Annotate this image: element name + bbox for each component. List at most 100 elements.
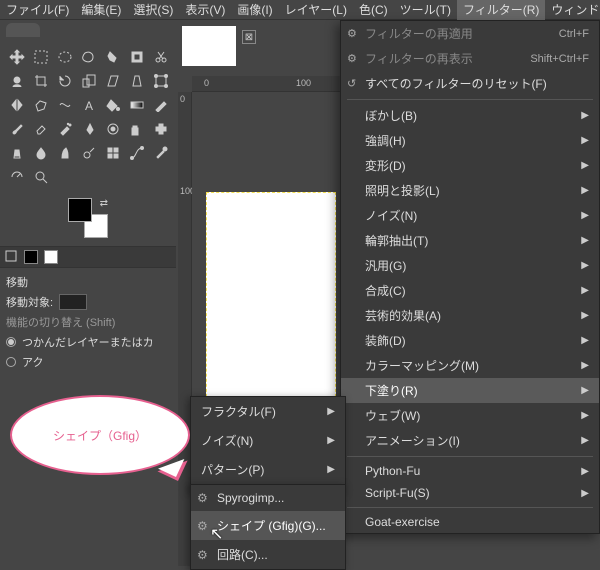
shear-tool[interactable]	[102, 70, 124, 92]
filters-edge[interactable]: 輪郭抽出(T)▶	[341, 228, 599, 253]
filters-noise[interactable]: ノイズ(N)▶	[341, 203, 599, 228]
reset-icon: ↺	[347, 77, 356, 90]
crop-tool[interactable]	[30, 70, 52, 92]
menu-filters[interactable]: フィルター(R)	[457, 0, 545, 20]
filters-animation[interactable]: アニメーション(I)▶	[341, 428, 599, 453]
color-select-tool[interactable]	[126, 46, 148, 68]
filters-artistic[interactable]: 芸術的効果(A)▶	[341, 303, 599, 328]
canvas[interactable]	[206, 192, 336, 412]
swap-colors-icon[interactable]: ⇄	[100, 198, 108, 209]
fg-color[interactable]	[68, 198, 92, 222]
mypaint-tool[interactable]	[102, 118, 124, 140]
smudge-tool[interactable]	[54, 142, 76, 164]
render-noise[interactable]: ノイズ(N)▶	[191, 426, 345, 455]
pattern-submenu: ⚙Spyrogimp... ⚙シェイプ (Gfig)(G)... ⚙回路(C).…	[190, 484, 346, 570]
warp-tool[interactable]	[54, 94, 76, 116]
pencil-tool[interactable]	[150, 94, 172, 116]
dock-tabs	[0, 246, 176, 268]
rect-select-tool[interactable]	[30, 46, 52, 68]
text-tool[interactable]: A	[78, 94, 100, 116]
filters-reshow[interactable]: ⚙フィルターの再表示Shift+Ctrl+F	[341, 46, 599, 71]
filters-blur[interactable]: ぼかし(B)▶	[341, 103, 599, 128]
app-brand	[0, 20, 176, 40]
chevron-right-icon: ▶	[581, 110, 589, 121]
menu-colors[interactable]: 色(C)	[353, 0, 394, 20]
filters-map[interactable]: カラーマッピング(M)▶	[341, 353, 599, 378]
measure-tool[interactable]	[6, 166, 28, 188]
bucket-fill-tool[interactable]	[102, 94, 124, 116]
menu-edit[interactable]: 編集(E)	[75, 0, 127, 20]
menu-windows[interactable]: ウィンドウ(W)	[545, 0, 600, 20]
menu-image[interactable]: 画像(I)	[231, 0, 278, 20]
render-submenu: フラクタル(F)▶ ノイズ(N)▶ パターン(P)▶	[190, 396, 346, 492]
align-tool[interactable]	[102, 142, 124, 164]
render-fractal[interactable]: フラクタル(F)▶	[191, 397, 345, 426]
rotate-tool[interactable]	[54, 70, 76, 92]
menu-tools[interactable]: ツール(T)	[394, 0, 457, 20]
blur-tool[interactable]	[30, 142, 52, 164]
perspective-tool[interactable]	[126, 70, 148, 92]
menu-view[interactable]: 表示(V)	[179, 0, 231, 20]
paintbrush-tool[interactable]	[6, 118, 28, 140]
flip-tool[interactable]	[6, 94, 28, 116]
menu-select[interactable]: 選択(S)	[127, 0, 179, 20]
tool-options-title: 移動	[6, 274, 170, 290]
filters-render[interactable]: 下塗り(R)▶	[341, 378, 599, 403]
zoom-tool[interactable]	[30, 166, 52, 188]
menu-file[interactable]: ファイル(F)	[0, 0, 75, 20]
free-select-tool[interactable]	[78, 46, 100, 68]
radio-active-label: アク	[22, 354, 43, 370]
radio-picked-layer-label: つかんだレイヤーまたはカ	[22, 334, 154, 350]
filters-menu: ⚙フィルターの再適用Ctrl+F ⚙フィルターの再表示Shift+Ctrl+F …	[340, 20, 600, 534]
paths-tool[interactable]	[126, 142, 148, 164]
move-target-label: 移動対象:	[6, 294, 53, 310]
scale-tool[interactable]	[78, 70, 100, 92]
perspective-clone-tool[interactable]	[6, 142, 28, 164]
airbrush-tool[interactable]	[54, 118, 76, 140]
eraser-tool[interactable]	[30, 118, 52, 140]
radio-picked-layer[interactable]	[6, 337, 16, 347]
move-mode-layer[interactable]	[59, 294, 87, 310]
document-close-button[interactable]: ⊠	[242, 30, 256, 44]
color-picker-tool[interactable]	[150, 142, 172, 164]
ellipse-select-tool[interactable]	[54, 46, 76, 68]
filters-combine[interactable]: 合成(C)▶	[341, 278, 599, 303]
render-pattern[interactable]: パターン(P)▶	[191, 455, 345, 484]
document-thumbnail[interactable]	[182, 26, 236, 66]
dodge-tool[interactable]	[78, 142, 100, 164]
callout-text: シェイプ（Gfig）	[53, 427, 147, 444]
cage-tool[interactable]	[30, 94, 52, 116]
filters-light[interactable]: 照明と投影(L)▶	[341, 178, 599, 203]
filters-web[interactable]: ウェブ(W)▶	[341, 403, 599, 428]
filters-goat[interactable]: Goat-exercise	[341, 511, 599, 533]
menu-layer[interactable]: レイヤー(L)	[279, 0, 353, 20]
filters-generic[interactable]: 汎用(G)▶	[341, 253, 599, 278]
fuzzy-select-tool[interactable]	[102, 46, 124, 68]
clone-tool[interactable]	[126, 118, 148, 140]
gear-icon: ⚙	[197, 548, 208, 562]
pattern-spyrogimp[interactable]: ⚙Spyrogimp...	[191, 485, 345, 511]
filters-decor[interactable]: 装飾(D)▶	[341, 328, 599, 353]
filters-distort[interactable]: 変形(D)▶	[341, 153, 599, 178]
filters-reapply[interactable]: ⚙フィルターの再適用Ctrl+F	[341, 21, 599, 46]
fg-bg-colors[interactable]: ⇄	[68, 198, 108, 238]
ink-tool[interactable]	[78, 118, 100, 140]
radio-active[interactable]	[6, 357, 16, 367]
gear-icon: ⚙	[197, 491, 208, 505]
menubar: ファイル(F) 編集(E) 選択(S) 表示(V) 画像(I) レイヤー(L) …	[0, 0, 600, 20]
heal-tool[interactable]	[150, 118, 172, 140]
pattern-circuit[interactable]: ⚙回路(C)...	[191, 540, 345, 569]
handle-transform-tool[interactable]	[150, 70, 172, 92]
move-tool[interactable]	[6, 46, 28, 68]
gradient-tool[interactable]	[126, 94, 148, 116]
filters-enhance[interactable]: 強調(H)▶	[341, 128, 599, 153]
swatch-white[interactable]	[44, 250, 58, 264]
filters-script-fu[interactable]: Script-Fu(S)▶	[341, 482, 599, 504]
tool-options-tab[interactable]	[4, 249, 18, 266]
scissors-tool[interactable]	[150, 46, 172, 68]
swatch-black[interactable]	[24, 250, 38, 264]
filters-python-fu[interactable]: Python-Fu▶	[341, 460, 599, 482]
pattern-gfig[interactable]: ⚙シェイプ (Gfig)(G)...	[191, 511, 345, 540]
foreground-select-tool[interactable]	[6, 70, 28, 92]
filters-reset-all[interactable]: ↺すべてのフィルターのリセット(F)	[341, 71, 599, 96]
